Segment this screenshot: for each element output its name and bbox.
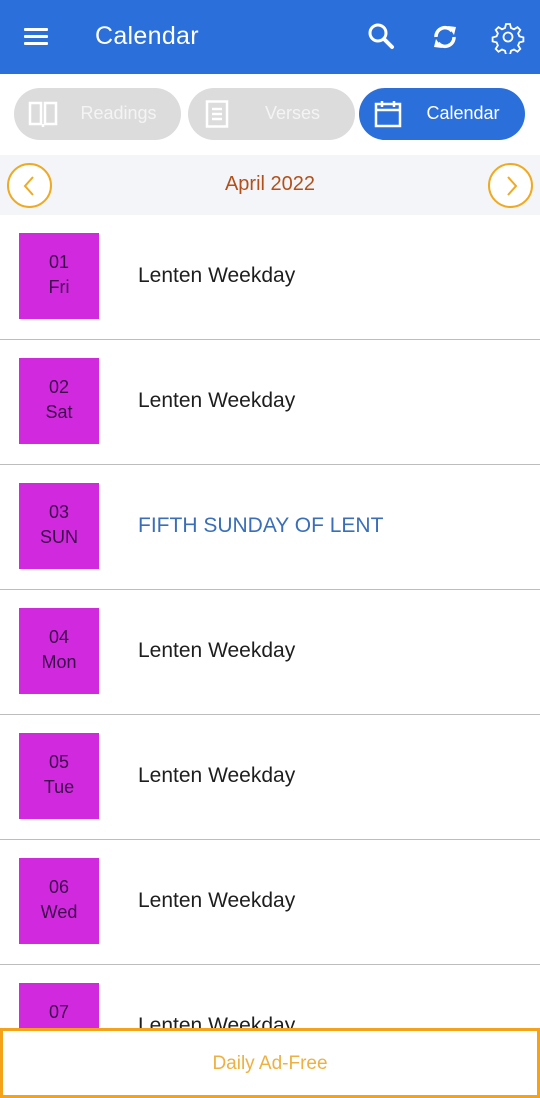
current-month-label: April 2022 [224,173,316,195]
refresh-icon [434,25,456,49]
tab-verses[interactable]: Verses [188,88,355,140]
day-number: 03 [48,502,70,522]
date-box: 01 Fri [19,233,99,319]
day-number: 05 [48,752,70,772]
day-list[interactable]: 01 Fri Lenten Weekday 02 Sat Lenten Week… [0,215,540,1028]
date-box: 03 SUN [19,483,99,569]
chevron-right-icon [507,176,518,196]
day-row[interactable]: 05 Tue Lenten Weekday [0,715,540,840]
liturgical-day-title: FIFTH SUNDAY OF LENT [138,514,384,537]
settings-button[interactable] [491,20,525,56]
weekday: Tue [43,777,75,797]
date-box: 04 Mon [19,608,99,694]
ad-free-banner[interactable]: Daily Ad-Free [0,1028,540,1098]
search-button[interactable] [364,20,398,54]
day-row[interactable]: 06 Wed Lenten Weekday [0,840,540,965]
menu-button[interactable] [22,24,50,50]
tab-readings[interactable]: Readings [14,88,181,140]
liturgical-day-title: Lenten Weekday [138,639,296,662]
liturgical-day-title: Lenten Weekday [138,389,296,412]
day-number: 02 [48,377,70,397]
section-tabs: Readings Verses Calendar [0,74,540,154]
search-icon [368,23,394,49]
day-row[interactable]: 01 Fri Lenten Weekday [0,215,540,340]
next-month-button[interactable] [488,163,533,208]
weekday: Fri [48,277,70,297]
document-icon [205,100,229,128]
weekday: Sat [45,402,73,422]
month-navigation: April 2022 [0,155,540,215]
tab-label: Verses [264,103,321,123]
day-row[interactable]: 03 SUN FIFTH SUNDAY OF LENT [0,465,540,590]
tab-calendar[interactable]: Calendar [359,88,525,140]
date-box: 07 Thu [19,983,99,1028]
day-number: 01 [48,252,70,272]
day-number: 06 [48,877,70,897]
day-number: 07 [48,1002,70,1022]
tab-label: Readings [80,103,157,123]
weekday: Mon [41,652,77,672]
day-row[interactable]: 02 Sat Lenten Weekday [0,340,540,465]
ad-free-label: Daily Ad-Free [212,1053,328,1074]
calendar-icon [374,101,402,128]
liturgical-day-title: Lenten Weekday [138,264,296,287]
day-row[interactable]: 07 Thu Lenten Weekday [0,965,540,1028]
weekday: SUN [39,527,78,547]
settings-icon [491,23,525,56]
date-box: 05 Tue [19,733,99,819]
liturgical-day-title: Lenten Weekday [138,1014,296,1028]
tab-label: Calendar [426,103,500,123]
menu-icon-line [24,42,48,45]
menu-icon-line [24,35,48,38]
day-row[interactable]: 04 Mon Lenten Weekday [0,590,540,715]
page-title: Calendar [95,22,199,50]
menu-icon-line [24,28,48,31]
refresh-button[interactable] [428,20,462,54]
liturgical-day-title: Lenten Weekday [138,764,296,787]
book-icon [28,101,58,127]
liturgical-day-title: Lenten Weekday [138,889,296,912]
weekday: Wed [40,902,78,922]
day-number: 04 [48,627,70,647]
date-box: 02 Sat [19,358,99,444]
date-box: 06 Wed [19,858,99,944]
app-bar: Calendar [0,0,540,74]
